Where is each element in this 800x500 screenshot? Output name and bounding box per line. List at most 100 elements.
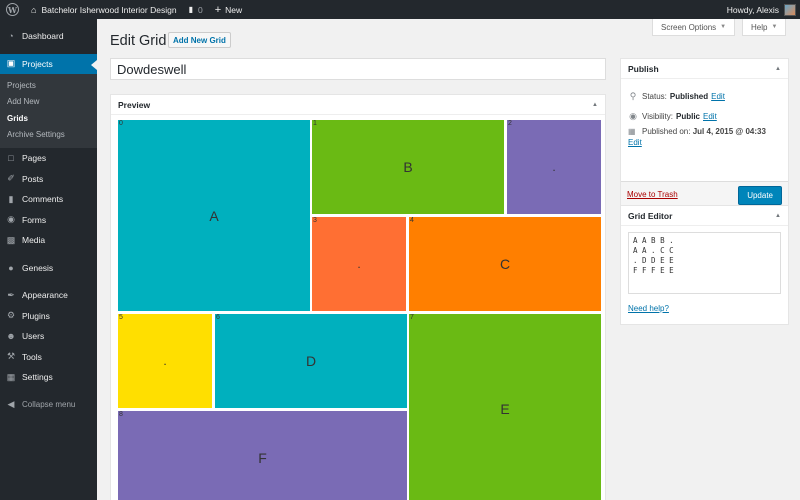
menu-label: Appearance: [22, 290, 68, 301]
users-icon: ☻: [6, 331, 16, 342]
menu-label: Collapse menu: [22, 400, 76, 410]
account-menu[interactable]: Howdy, Alexis: [721, 0, 800, 19]
grid-cell-label: E: [500, 401, 510, 417]
menu-projects[interactable]: ▣ Projects: [0, 53, 97, 74]
menu-forms[interactable]: ◉ Forms: [0, 210, 97, 231]
page-title: Edit Grid: [110, 33, 167, 49]
menu-users[interactable]: ☻ Users: [0, 326, 97, 347]
status-value: Published: [669, 91, 709, 101]
screen-options-label: Screen Options: [661, 22, 717, 32]
menu-label: Settings: [22, 372, 53, 383]
dashboard-icon: ◔: [8, 31, 14, 42]
menu-dashboard[interactable]: ◔ Dashboard: [0, 26, 97, 47]
menu-label: Projects: [22, 58, 53, 69]
published-label: Published on:: [642, 127, 691, 136]
plugins-icon: ⚙: [6, 310, 16, 321]
comments-count: 0: [197, 4, 203, 15]
menu-comments[interactable]: ▮ Comments: [0, 189, 97, 210]
grid-cell-label: .: [163, 354, 167, 368]
published-edit-link[interactable]: Edit: [628, 138, 642, 147]
grid-cell: 6D: [215, 314, 407, 408]
screen-options-button[interactable]: Screen Options ▼: [652, 19, 736, 36]
menu-posts[interactable]: ✐ Posts: [0, 169, 97, 190]
publish-title: Publish: [628, 63, 659, 74]
new-label: New: [225, 4, 243, 15]
tools-icon: ⚒: [6, 351, 16, 362]
preview-box: Preview ▲ 0A1B2.3.4C5.6D7E8F: [110, 94, 606, 500]
add-new-grid-button[interactable]: Add New Grid: [168, 32, 231, 48]
site-name-menu[interactable]: ⌂ Batchelor Isherwood Interior Design: [25, 0, 183, 19]
visibility-value: Public: [675, 111, 700, 121]
eye-icon: ◉: [629, 110, 637, 121]
grid-cell-label: .: [357, 257, 361, 271]
menu-label: Media: [22, 235, 46, 246]
menu-plugins[interactable]: ⚙ Plugins: [0, 306, 97, 327]
visibility-edit-link[interactable]: Edit: [703, 112, 717, 121]
avatar: [784, 3, 796, 16]
title-input[interactable]: Dowdeswell: [110, 58, 606, 80]
grid-cell-label: C: [499, 256, 511, 272]
posts-icon: ✐: [7, 173, 15, 184]
help-label: Help: [751, 22, 768, 32]
home-icon: ⌂: [31, 4, 37, 15]
settings-icon: ▦: [6, 371, 16, 382]
collapse-icon: ◀: [7, 399, 15, 410]
visibility-label: Visibility:: [642, 111, 673, 121]
menu-label: Pages: [22, 153, 47, 164]
status-edit-link[interactable]: Edit: [711, 92, 725, 101]
submenu-projects[interactable]: Projects: [0, 77, 97, 94]
publish-header[interactable]: Publish ▲: [621, 59, 788, 79]
appearance-icon: ✒: [7, 289, 15, 300]
menu-pages[interactable]: □ Pages: [0, 148, 97, 169]
site-name: Batchelor Isherwood Interior Design: [41, 4, 177, 15]
menu-tools[interactable]: ⚒ Tools: [0, 347, 97, 368]
menu-appearance[interactable]: ✒ Appearance: [0, 285, 97, 306]
collapse-menu[interactable]: ◀ Collapse menu: [0, 395, 97, 416]
plus-icon: +: [214, 3, 222, 16]
published-value: Jul 4, 2015 @ 04:33: [692, 127, 766, 136]
wordpress-icon: W: [6, 3, 19, 16]
grid-cell: 0A: [118, 120, 310, 311]
wp-logo-menu[interactable]: W: [0, 0, 25, 19]
submenu-add-new[interactable]: Add New: [0, 94, 97, 111]
grid-cell: 2.: [507, 120, 601, 214]
media-icon: ▩: [6, 234, 16, 245]
grid-cell-label: D: [305, 353, 317, 369]
grid-cell-label: .: [552, 160, 556, 174]
projects-icon: ▣: [6, 58, 16, 69]
menu-label: Comments: [22, 194, 64, 205]
calendar-icon: ▦: [628, 127, 636, 136]
grid-cell: 5.: [118, 314, 212, 408]
menu-label: Genesis: [22, 262, 54, 273]
pages-icon: □: [8, 153, 14, 164]
menu-label: Dashboard: [22, 31, 64, 42]
caret-down-icon: ▼: [720, 24, 727, 30]
help-button[interactable]: Help ▼: [742, 19, 787, 36]
menu-media[interactable]: ▩ Media: [0, 230, 97, 251]
main-content: Screen Options ▼ Help ▼ Edit Grid Add Ne…: [97, 19, 800, 500]
toggle-arrow-icon[interactable]: ▲: [775, 66, 781, 72]
toggle-arrow-icon[interactable]: ▲: [775, 213, 781, 219]
submenu-archive-settings[interactable]: Archive Settings: [0, 127, 97, 144]
grid-editor-header[interactable]: Grid Editor ▲: [621, 206, 788, 226]
grid-editor-textarea[interactable]: A A B B . A A . C C . D D E E F F F E E: [628, 232, 781, 294]
menu-genesis[interactable]: ● Genesis: [0, 258, 97, 279]
move-to-trash-link[interactable]: Move to Trash: [627, 190, 678, 199]
grid-cell: 4C: [409, 217, 601, 311]
menu-label: Forms: [22, 214, 47, 225]
update-button[interactable]: Update: [738, 186, 782, 205]
menu-settings[interactable]: ▦ Settings: [0, 367, 97, 388]
new-content-menu[interactable]: + New: [209, 0, 248, 19]
submenu-grids[interactable]: Grids: [0, 110, 97, 127]
grid-cell-label: B: [403, 159, 413, 175]
caret-down-icon: ▼: [771, 24, 778, 30]
grid-cell: 8F: [118, 411, 407, 500]
forms-icon: ◉: [7, 214, 15, 225]
comments-menu[interactable]: ▮ 0: [183, 0, 209, 19]
need-help-link[interactable]: Need help?: [628, 304, 669, 313]
grid-cell: 1B: [312, 120, 504, 214]
projects-submenu: Projects Add New Grids Archive Settings: [0, 74, 97, 148]
status-row: ⚲ Status: Published Edit: [628, 86, 781, 106]
published-row: ▦ Published on: Jul 4, 2015 @ 04:33 Edit: [628, 126, 781, 148]
grid-cell-label: A: [209, 207, 219, 224]
